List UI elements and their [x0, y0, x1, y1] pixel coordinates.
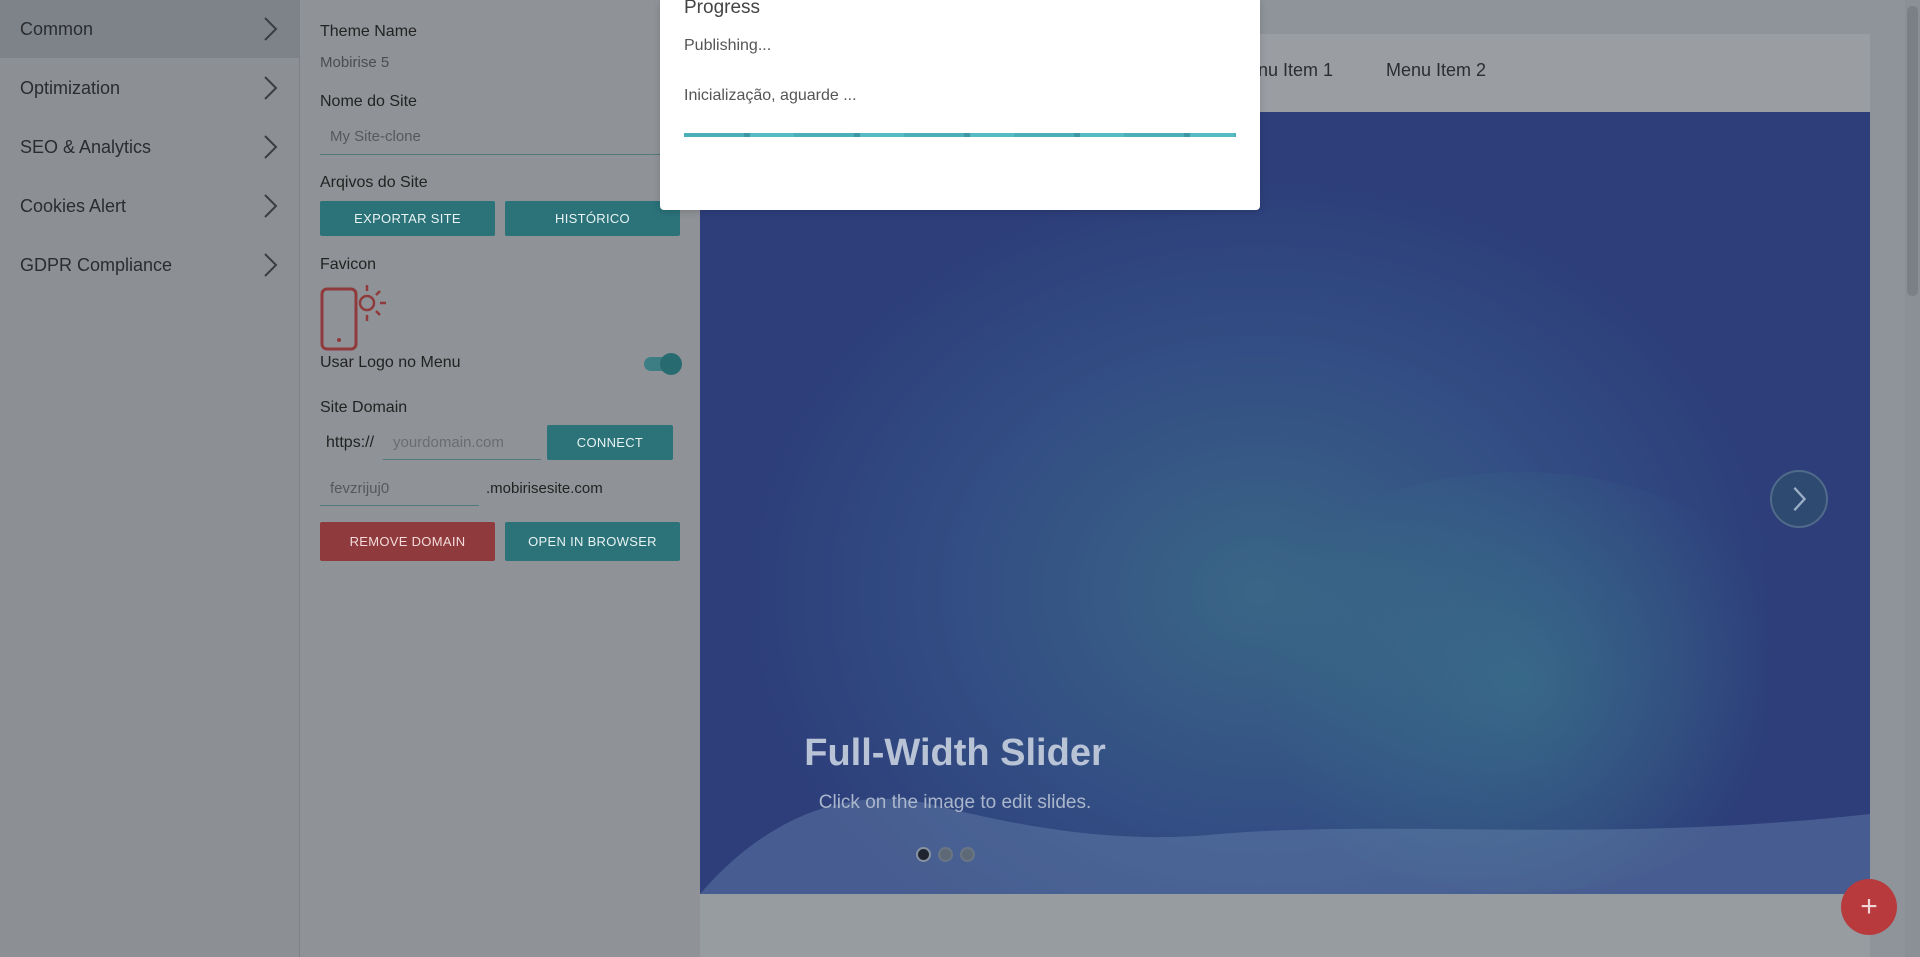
history-button[interactable]: HISTÓRICO	[505, 201, 680, 236]
site-domain-label: Site Domain	[320, 399, 408, 416]
slider-dot[interactable]	[916, 847, 931, 862]
settings-nav: Common Optimization SEO & Analytics Cook…	[0, 0, 300, 957]
nav-item-label: GDPR Compliance	[20, 254, 173, 275]
slider-dots	[916, 847, 975, 862]
menu-item-1[interactable]: enu Item 1	[1248, 60, 1333, 81]
nav-item-label: Common	[20, 18, 94, 39]
connect-button[interactable]: CONNECT	[547, 425, 673, 460]
https-prefix: https://	[326, 434, 375, 451]
hero-title: Full-Width Slider	[804, 732, 1106, 774]
toggle-knob	[660, 353, 682, 375]
add-block-button[interactable]: +	[1841, 879, 1897, 935]
open-in-browser-button[interactable]: OPEN IN BROWSER	[505, 522, 680, 561]
remove-domain-button[interactable]: REMOVE DOMAIN	[320, 522, 495, 561]
chevron-right-icon	[264, 194, 278, 218]
slider-dot[interactable]	[938, 847, 953, 862]
chevron-right-icon	[264, 135, 278, 159]
modal-status: Publishing...	[684, 37, 772, 54]
favicon-phone-icon[interactable]	[320, 283, 388, 353]
progress-bar	[684, 133, 1236, 137]
subdomain-suffix: .mobirisesite.com	[486, 480, 603, 497]
theme-name-label: Theme Name	[320, 23, 417, 40]
modal-title: Progress	[684, 0, 761, 18]
site-files-label: Arqivos do Site	[320, 174, 428, 191]
export-site-button[interactable]: EXPORTAR SITE	[320, 201, 495, 236]
nav-item-optimization[interactable]: Optimization	[0, 59, 299, 117]
nav-item-gdpr-compliance[interactable]: GDPR Compliance	[0, 236, 299, 294]
chevron-right-icon	[264, 76, 278, 100]
domain-input[interactable]: yourdomain.com	[383, 428, 541, 460]
nav-item-label: SEO & Analytics	[20, 136, 152, 157]
nav-item-cookies-alert[interactable]: Cookies Alert	[0, 177, 299, 235]
nav-item-label: Cookies Alert	[20, 195, 127, 216]
progress-modal: Progress Publishing... Inicialização, ag…	[660, 0, 1260, 210]
menu-item-2[interactable]: Menu Item 2	[1386, 60, 1486, 81]
nav-item-label: Optimization	[20, 77, 121, 98]
slider-dot[interactable]	[960, 847, 975, 862]
slider-next-icon[interactable]	[1770, 470, 1828, 528]
hero-subtitle: Click on the image to edit slides.	[818, 792, 1092, 813]
favicon-label: Favicon	[320, 256, 377, 273]
hero-slider[interactable]: Full-Width Slider Click on the image to …	[700, 112, 1870, 894]
scrollbar[interactable]	[1905, 0, 1920, 957]
next-section-strip	[700, 894, 1870, 957]
nav-item-seo-analytics[interactable]: SEO & Analytics	[0, 118, 299, 176]
use-logo-toggle[interactable]	[644, 353, 682, 375]
modal-message: Inicialização, aguarde ...	[684, 87, 857, 104]
subdomain-input[interactable]: fevzrijuj0	[320, 474, 479, 506]
site-name-label: Nome do Site	[320, 93, 417, 110]
scrollbar-thumb[interactable]	[1907, 6, 1918, 296]
settings-panel: Theme Name Mobirise 5 Nome do Site My Si…	[300, 0, 701, 957]
site-name-input[interactable]: My Site-clone	[320, 128, 680, 155]
chevron-right-icon	[264, 17, 278, 41]
chevron-right-icon	[264, 253, 278, 277]
use-logo-label: Usar Logo no Menu	[320, 354, 461, 371]
nav-item-common[interactable]: Common	[0, 0, 299, 58]
theme-name-value: Mobirise 5	[320, 54, 390, 71]
plus-icon: +	[1860, 890, 1878, 923]
